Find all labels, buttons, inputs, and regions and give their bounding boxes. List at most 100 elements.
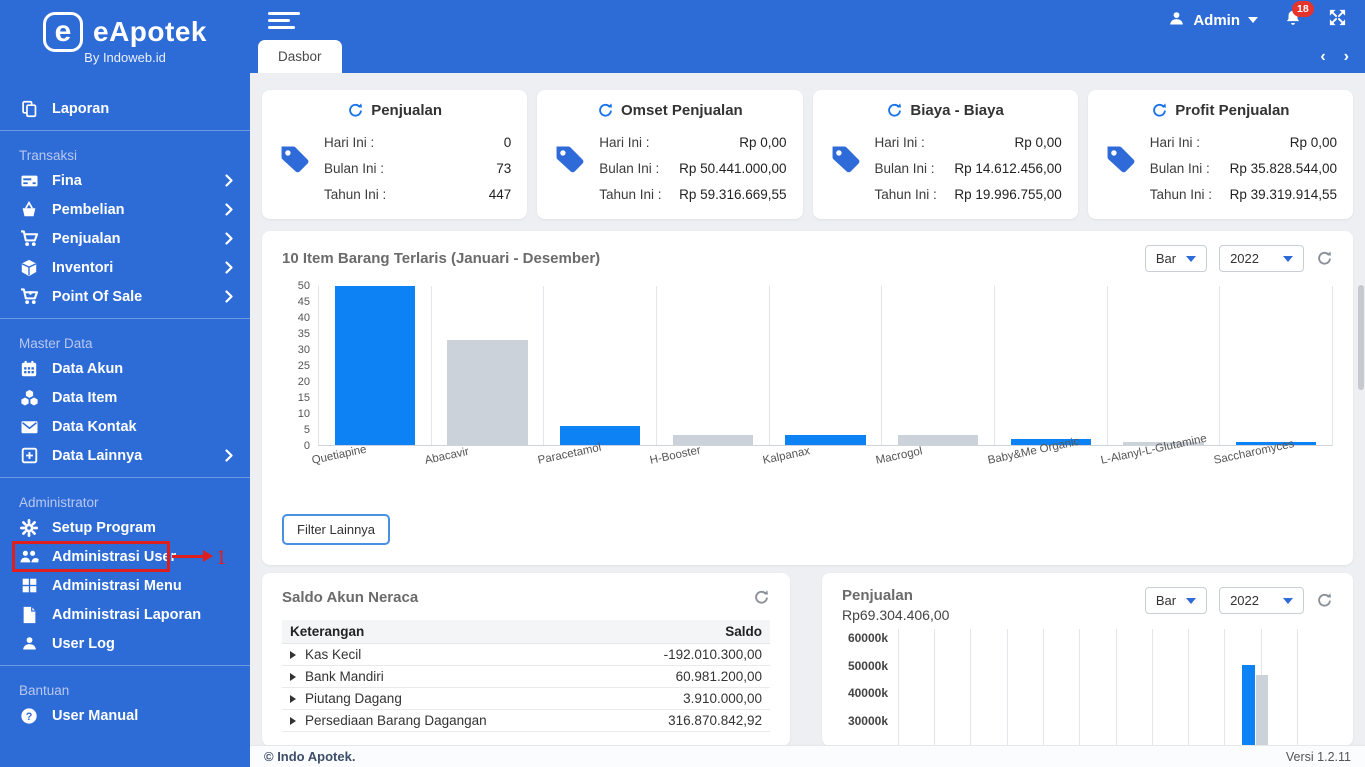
tab-scroll-right-icon[interactable]: › <box>1344 49 1349 65</box>
sidebar-item-pembelian[interactable]: Pembelian <box>0 195 250 224</box>
sidebar-item-laporan[interactable]: Laporan <box>0 94 250 123</box>
stat-value: Rp 0,00 <box>1014 134 1062 150</box>
chevron-down-icon <box>1186 255 1197 262</box>
x-category-label: Paracetamol <box>536 441 603 467</box>
sidebar-item-administrasi-menu[interactable]: Administrasi Menu <box>0 571 250 600</box>
penjualan-plot <box>898 629 1333 746</box>
saldo-row-bank-mandiri[interactable]: Bank Mandiri 60.981.200,00 <box>282 665 770 688</box>
saldo-title: Saldo Akun Neraca <box>282 589 419 606</box>
penjualan-total: Rp69.304.406,00 <box>842 607 950 623</box>
sidebar-item-administrasi-user[interactable]: Administrasi User 1 <box>0 541 250 572</box>
sidebar-item-point-of-sale[interactable]: Point Of Sale <box>0 282 250 311</box>
sidebar-item-inventori[interactable]: Inventori <box>0 253 250 282</box>
stat-row: Bulan Ini : Rp 35.828.544,00 <box>1150 155 1337 181</box>
y-tick-label: 0 <box>303 440 310 452</box>
y-tick-label: 45 <box>297 296 310 308</box>
chevron-right-icon <box>225 203 234 216</box>
gridline <box>970 629 972 746</box>
users-icon <box>19 548 39 566</box>
sidebar-item-setup-program[interactable]: Setup Program <box>0 513 250 542</box>
stat-label: Tahun Ini : <box>599 186 662 202</box>
expand-caret-icon[interactable] <box>290 673 296 681</box>
year-select[interactable]: 2022 <box>1219 245 1304 272</box>
refresh-icon[interactable] <box>886 102 903 119</box>
app-title: eApotek <box>93 16 207 47</box>
sidebar-item-label: User Log <box>52 635 115 652</box>
chart-type-value: Bar <box>1155 251 1177 266</box>
tab-dasbor[interactable]: Dasbor <box>258 40 342 73</box>
stat-value: Rp 35.828.544,00 <box>1229 160 1337 176</box>
stat-row: Hari Ini : Rp 0,00 <box>1150 129 1337 155</box>
chevron-right-icon <box>225 261 234 274</box>
saldo-row-piutang-dagang[interactable]: Piutang Dagang 3.910.000,00 <box>282 687 770 710</box>
sidebar-item-penjualan[interactable]: Penjualan <box>0 224 250 253</box>
report-icon <box>19 100 39 118</box>
expand-caret-icon[interactable] <box>290 651 296 659</box>
sidebar-item-data-kontak[interactable]: Data Kontak <box>0 412 250 441</box>
stat-card-omset-penjualan: Omset Penjualan Hari Ini : Rp 0,00 Bulan In… <box>537 90 803 219</box>
page-scrollbar[interactable] <box>1358 285 1364 390</box>
penjualan-bar-1 <box>1241 665 1255 746</box>
stat-value: 0 <box>503 134 512 150</box>
sidebar-item-label: Administrasi Laporan <box>52 606 202 623</box>
x-category-label: Macrogol <box>874 445 924 467</box>
chart-type-select[interactable]: Bar <box>1144 245 1208 272</box>
filter-lainnya-button[interactable]: Filter Lainnya <box>282 514 391 545</box>
top-items-title: 10 Item Barang Terlaris (Januari - Desem… <box>282 250 601 267</box>
penjualan-title: Penjualan <box>842 587 913 604</box>
sidebar-item-fina[interactable]: Fina <box>0 166 250 195</box>
sidebar-item-user-manual[interactable]: ? User Manual <box>0 701 250 730</box>
y-tick-label: 50 <box>297 280 310 292</box>
sidebar-item-user-log[interactable]: User Log <box>0 629 250 658</box>
tag-icon <box>829 129 869 207</box>
saldo-row-kas-kecil[interactable]: Kas Kecil -192.010.300,00 <box>282 643 770 666</box>
card-title: Biaya - Biaya <box>910 102 1004 119</box>
notifications-button[interactable]: 18 <box>1284 0 1314 32</box>
annotation-arrow <box>172 555 204 558</box>
saldo-row-persediaan-barang-dagangan[interactable]: Persediaan Barang Dagangan 316.870.842,92 <box>282 709 770 732</box>
expand-caret-icon[interactable] <box>290 717 296 725</box>
stat-row: Tahun Ini : Rp 59.316.669,55 <box>599 181 786 207</box>
sidebar-section-title: Administrator <box>19 495 99 510</box>
stat-value: Rp 0,00 <box>1289 134 1337 150</box>
stat-label: Tahun Ini : <box>874 186 937 202</box>
chart-slot-l-alanyl-l-glutamine: L-Alanyl-L-Glutamine <box>1100 286 1220 467</box>
chart-type-select[interactable]: Bar <box>1144 587 1208 614</box>
sidebar-item-label: Data Lainnya <box>52 447 143 464</box>
stat-row: Tahun Ini : Rp 39.319.914,55 <box>1150 181 1337 207</box>
stat-row: Hari Ini : Rp 0,00 <box>875 129 1062 155</box>
refresh-icon[interactable] <box>1316 250 1333 267</box>
refresh-icon[interactable] <box>597 102 614 119</box>
x-category-label: Kalpanax <box>761 445 812 467</box>
card-title: Omset Penjualan <box>621 102 743 119</box>
fullscreen-button[interactable] <box>1328 8 1347 32</box>
sidebar-item-data-item[interactable]: Data Item <box>0 383 250 412</box>
chart-slot-kalpanax: Kalpanax <box>762 286 882 467</box>
chart-slot-quetiapine: Quetiapine <box>311 286 431 467</box>
sidebar-item-data-akun[interactable]: Data Akun <box>0 354 250 383</box>
expand-caret-icon[interactable] <box>290 695 296 703</box>
year-select[interactable]: 2022 <box>1219 587 1304 614</box>
chevron-right-icon <box>225 290 234 303</box>
stat-label: Hari Ini : <box>874 134 925 150</box>
svg-text:?: ? <box>26 710 33 722</box>
x-category-label: Quetiapine <box>311 443 368 467</box>
tab-scroll-left-icon[interactable]: ‹ <box>1320 49 1325 65</box>
column-keterangan: Keterangan <box>282 620 600 644</box>
refresh-icon[interactable] <box>1151 102 1168 119</box>
user-menu[interactable]: Admin <box>1168 10 1258 31</box>
penjualan-panel: Penjualan Rp69.304.406,00 Bar 2022 60000… <box>822 573 1353 746</box>
sidebar-item-data-lainnya[interactable]: Data Lainnya <box>0 441 250 470</box>
main-content: Penjualan Hari Ini : 0 Bulan Ini : 73 Tahun I… <box>250 73 1365 767</box>
refresh-icon[interactable] <box>347 102 364 119</box>
stat-row: Tahun Ini : 447 <box>324 181 511 207</box>
sidebar-item-administrasi-laporan[interactable]: Administrasi Laporan <box>0 600 250 629</box>
y-tick-label: 20 <box>297 376 310 388</box>
bar-h-booster <box>672 435 754 445</box>
refresh-icon[interactable] <box>753 589 770 606</box>
stat-card-penjualan: Penjualan Hari Ini : 0 Bulan Ini : 73 Tahun I… <box>262 90 528 219</box>
hamburger-menu-icon[interactable] <box>268 8 300 33</box>
tabbar: Dasbor ‹ › <box>250 40 1365 73</box>
copyright-text: © Indo Apotek. <box>264 749 356 764</box>
refresh-icon[interactable] <box>1316 592 1333 609</box>
